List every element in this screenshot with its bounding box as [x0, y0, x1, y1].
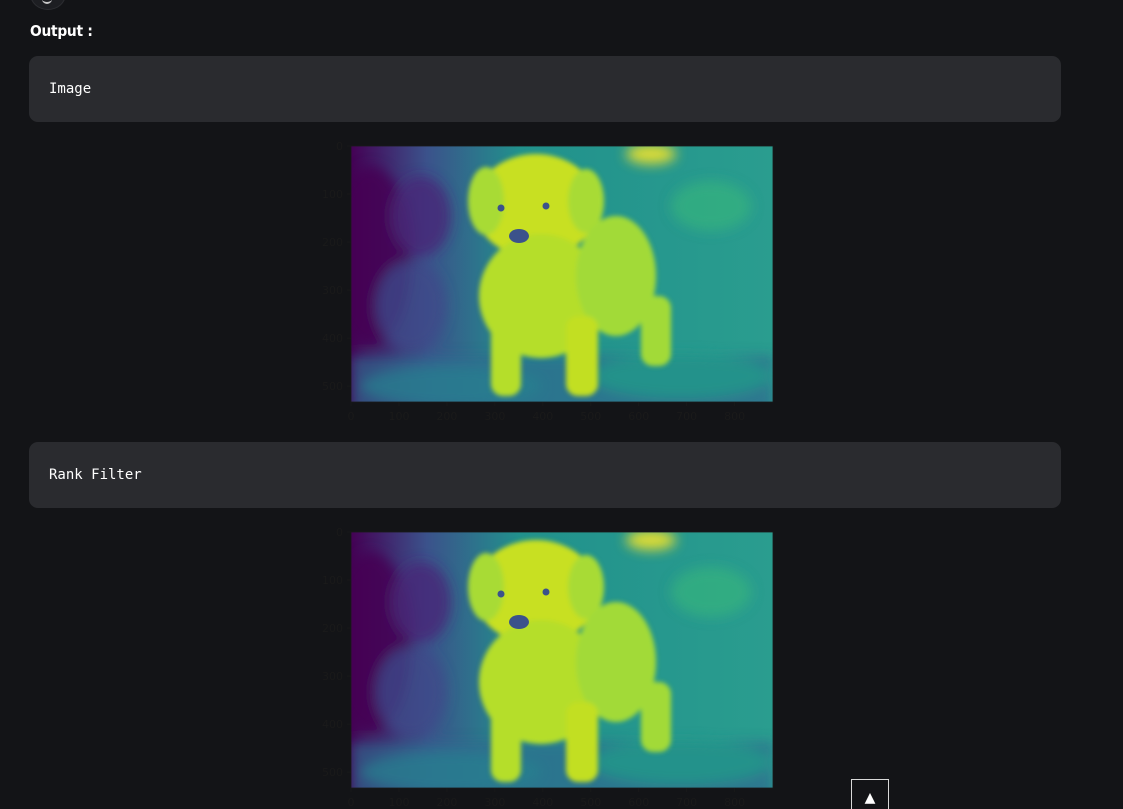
x-tick-label: 200 [436, 796, 457, 809]
x-tick-label: 800 [724, 410, 745, 423]
x-tick-label: 100 [388, 796, 409, 809]
code-text: Image [49, 81, 92, 97]
y-tick-label: 400 [322, 718, 343, 731]
x-tick-label: 200 [436, 410, 457, 423]
plot-image: 0 100 200 300 400 500 0 100 200 300 400 500 600 700 80… [322, 140, 774, 423]
y-tick-label: 500 [322, 380, 343, 393]
x-tick-label: 400 [532, 410, 553, 423]
output-label: Output : [30, 22, 93, 40]
y-tick-label: 300 [322, 670, 343, 683]
code-block-rank-filter: Rank Filter [29, 442, 1061, 508]
y-tick-label: 0 [336, 526, 343, 539]
y-tick-label: 500 [322, 766, 343, 779]
x-tick-label: 100 [388, 410, 409, 423]
y-tick-label: 400 [322, 332, 343, 345]
y-tick-label: 300 [322, 284, 343, 297]
x-tick-label: 0 [348, 410, 355, 423]
image-canvas [351, 146, 773, 402]
x-tick-label: 500 [580, 796, 601, 809]
scroll-to-top-button[interactable]: ▲ [851, 779, 889, 809]
image-canvas [351, 532, 773, 788]
code-text: Rank Filter [49, 467, 142, 483]
x-tick-label: 700 [676, 796, 697, 809]
x-tick-label: 800 [724, 796, 745, 809]
y-tick-label: 0 [336, 140, 343, 153]
x-tick-label: 500 [580, 410, 601, 423]
x-tick-label: 600 [628, 796, 649, 809]
x-tick-label: 400 [532, 796, 553, 809]
y-tick-label: 100 [322, 574, 343, 587]
avatar-icon [30, 0, 66, 10]
x-tick-label: 300 [484, 796, 505, 809]
y-tick-label: 200 [322, 622, 343, 635]
y-tick-label: 100 [322, 188, 343, 201]
x-tick-label: 700 [676, 410, 697, 423]
plot-rank-filter: 0 100 200 300 400 500 0 100 200 300 400 500 600 700 80… [322, 526, 774, 809]
x-tick-label: 600 [628, 410, 649, 423]
x-tick-label: 0 [348, 796, 355, 809]
up-arrow-icon: ▲ [864, 790, 876, 806]
notebook-output-page: Output : Image 0 100 200 300 400 500 0 100 200 30… [0, 0, 1123, 809]
code-block-image: Image [29, 56, 1061, 122]
x-tick-label: 300 [484, 410, 505, 423]
y-tick-label: 200 [322, 236, 343, 249]
